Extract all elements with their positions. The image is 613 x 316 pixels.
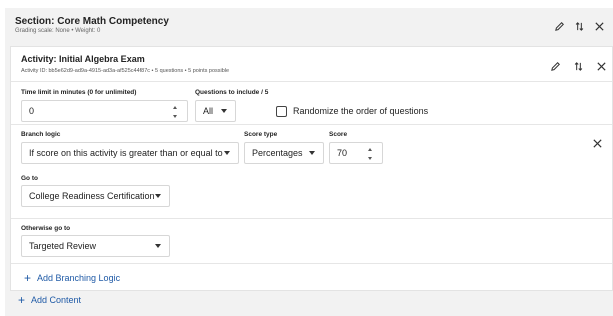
activity-card: Activity: Initial Algebra Exam Activity … (10, 46, 613, 291)
stepper-icon[interactable] (173, 105, 179, 119)
score-type-select[interactable]: Percentages (244, 142, 324, 164)
score-type-label: Score type (244, 131, 278, 138)
chevron-down-icon (155, 194, 161, 198)
activity-title: Activity: Initial Algebra Exam (21, 54, 145, 64)
otherwise-row: Otherwise go to Targeted Review (11, 218, 612, 263)
activity-header: Activity: Initial Algebra Exam Activity … (11, 47, 612, 81)
close-icon (596, 61, 606, 71)
time-limit-input[interactable]: 0 (21, 100, 188, 122)
branch-logic-value: If score on this activity is greater tha… (29, 148, 223, 158)
time-limit-value: 0 (29, 106, 35, 116)
score-type-value: Percentages (252, 148, 303, 158)
activity-meta: Activity ID: bb5e62d9-ad9a-4915-ad3a-af5… (21, 68, 230, 74)
branch-logic-select[interactable]: If score on this activity is greater tha… (21, 142, 239, 164)
branch-remove-button[interactable] (590, 136, 604, 150)
score-label: Score (329, 131, 348, 138)
branch-logic-row: Branch logic If score on this activity i… (11, 124, 612, 218)
branch-logic-label: Branch logic (21, 131, 61, 138)
chevron-down-icon (224, 151, 230, 155)
goto-select[interactable]: College Readiness Certification (21, 185, 170, 207)
time-limit-label: Time limit in minutes (0 for unlimited) (21, 89, 137, 96)
stepper-icon[interactable] (368, 147, 374, 161)
section-close-button[interactable] (592, 19, 606, 33)
plus-icon: + (24, 271, 32, 285)
close-icon (592, 138, 602, 148)
otherwise-select[interactable]: Targeted Review (21, 235, 170, 257)
section-reorder-button[interactable] (572, 19, 586, 33)
randomize-checkbox[interactable] (276, 106, 287, 117)
chevron-down-icon (155, 244, 161, 248)
section-card: Section: Core Math Competency Grading sc… (5, 8, 613, 316)
plus-icon: + (18, 293, 26, 307)
add-branching-row: + Add Branching Logic (11, 263, 612, 292)
pencil-icon (554, 21, 564, 31)
score-value: 70 (337, 148, 348, 158)
chevron-down-icon (221, 109, 227, 113)
chevron-down-icon (309, 151, 315, 155)
section-edit-button[interactable] (552, 19, 566, 33)
questions-value: All (203, 106, 214, 116)
randomize-label: Randomize the order of questions (293, 106, 429, 116)
activity-edit-button[interactable] (548, 59, 562, 73)
goto-value: College Readiness Certification (29, 191, 155, 201)
pencil-icon (550, 61, 560, 71)
reorder-icon (575, 21, 583, 31)
activity-close-button[interactable] (594, 59, 608, 73)
section-title: Section: Core Math Competency (15, 16, 169, 27)
add-branching-logic-button[interactable]: + Add Branching Logic (24, 272, 120, 284)
score-input[interactable]: 70 (329, 142, 383, 164)
add-content-button[interactable]: + Add Content (18, 294, 81, 306)
questions-label: Questions to include / 5 (195, 89, 269, 96)
activity-settings-row: Time limit in minutes (0 for unlimited) … (11, 81, 612, 124)
close-icon (594, 21, 604, 31)
otherwise-label: Otherwise go to (21, 225, 71, 232)
section-header: Section: Core Math Competency Grading sc… (5, 8, 613, 42)
otherwise-value: Targeted Review (29, 241, 97, 251)
section-meta: Grading scale: None • Weight: 0 (15, 28, 101, 34)
activity-reorder-button[interactable] (571, 59, 585, 73)
goto-label: Go to (21, 175, 38, 182)
add-branching-label: Add Branching Logic (37, 273, 121, 283)
add-content-label: Add Content (31, 295, 82, 305)
reorder-icon (574, 61, 582, 71)
questions-select[interactable]: All (195, 100, 236, 122)
